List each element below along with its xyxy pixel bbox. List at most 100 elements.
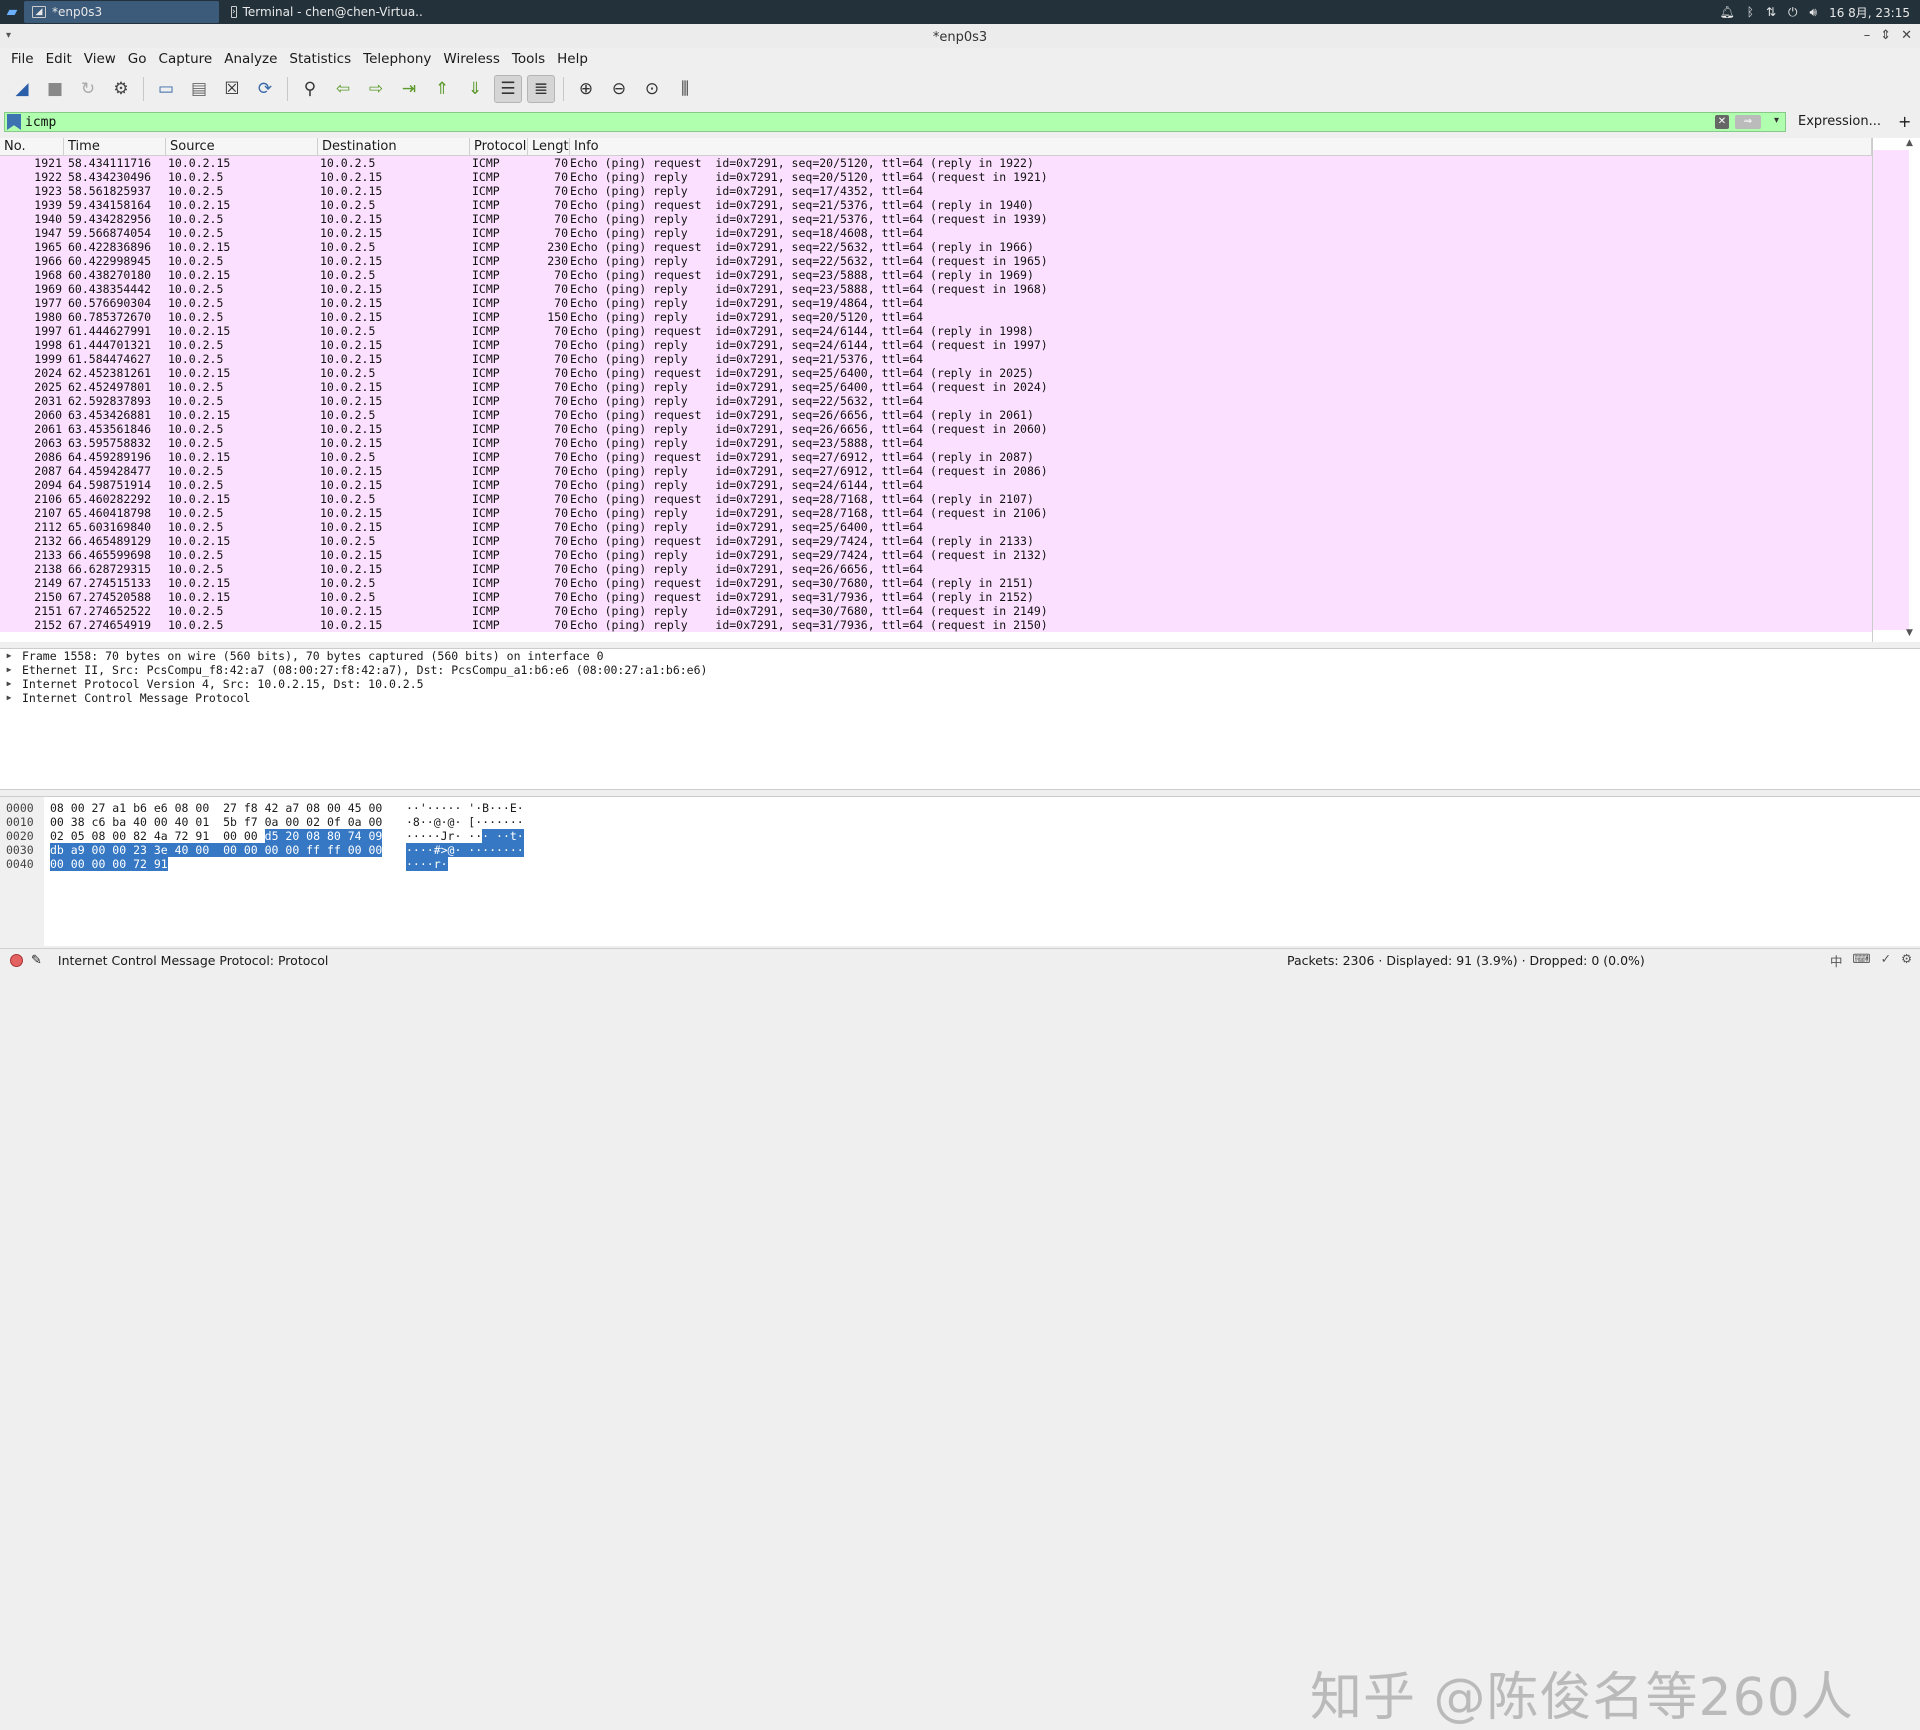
byte-ascii[interactable]: ·····Jr· ··· ··t·	[406, 829, 524, 843]
table-row[interactable]: 215267.27465491910.0.2.510.0.2.15ICMP70E…	[0, 618, 1872, 632]
restart-icon[interactable]: ↻	[74, 75, 102, 103]
expert-info-icon[interactable]	[10, 954, 23, 967]
go-forward-icon[interactable]: ⇨	[362, 75, 390, 103]
display-filter-input[interactable]	[25, 115, 1625, 130]
detail-row-icmp[interactable]: ▶Internet Control Message Protocol	[0, 691, 1920, 705]
app-menu-icon[interactable]: ▰	[0, 0, 24, 24]
task-terminal[interactable]: › Terminal - chen@chen-Virtua...	[223, 1, 423, 23]
close-window-button[interactable]: ✕	[1901, 28, 1912, 43]
notification-bell-icon[interactable]: 🔔︎	[1720, 5, 1735, 19]
ime-settings-icon[interactable]: ⚙	[1901, 951, 1912, 970]
capture-comment-icon[interactable]: ✎	[31, 953, 42, 968]
table-row[interactable]: 215167.27465252210.0.2.510.0.2.15ICMP70E…	[0, 604, 1872, 618]
shark-fin-start-icon[interactable]: ◢	[8, 75, 36, 103]
options-gear-icon[interactable]: ⚙	[107, 75, 135, 103]
table-row[interactable]: 213266.46548912910.0.2.1510.0.2.5ICMP70E…	[0, 534, 1872, 548]
open-folder-icon[interactable]: ▭	[152, 75, 180, 103]
resize-columns-icon[interactable]: ⫼	[671, 75, 699, 103]
byte-hex[interactable]: 00 38 c6 ba 40 00 40 01 5b f7 0a 00 02 0…	[50, 815, 382, 829]
detail-row-frame[interactable]: ▶Frame 1558: 70 bytes on wire (560 bits)…	[0, 649, 1920, 663]
byte-hex[interactable]: 02 05 08 00 82 4a 72 91 00 00 d5 20 08 8…	[50, 829, 382, 843]
reload-icon[interactable]: ⟳	[251, 75, 279, 103]
expand-arrow-icon[interactable]: ▶	[0, 677, 14, 691]
packet-minimap[interactable]	[1873, 150, 1909, 630]
byte-hex[interactable]: 00 00 00 00 72 91	[50, 857, 168, 871]
table-row[interactable]: 192258.43423049610.0.2.510.0.2.15ICMP70E…	[0, 170, 1872, 184]
table-row[interactable]: 196960.43835444210.0.2.510.0.2.15ICMP70E…	[0, 282, 1872, 296]
scroll-up-icon[interactable]: ▲	[1906, 138, 1913, 148]
byte-ascii[interactable]: ····r·	[406, 857, 448, 871]
table-row[interactable]: 211265.60316984010.0.2.510.0.2.15ICMP70E…	[0, 520, 1872, 534]
power-icon[interactable]: ⏻	[1788, 5, 1798, 20]
table-row[interactable]: 215067.27452058810.0.2.1510.0.2.5ICMP70E…	[0, 590, 1872, 604]
table-row[interactable]: 194759.56687405410.0.2.510.0.2.15ICMP70E…	[0, 226, 1872, 240]
menu-edit[interactable]: Edit	[40, 51, 78, 67]
menu-wireless[interactable]: Wireless	[437, 51, 506, 67]
expression-button[interactable]: Expression...	[1798, 114, 1881, 129]
table-row[interactable]: 199861.44470132110.0.2.510.0.2.15ICMP70E…	[0, 338, 1872, 352]
table-row[interactable]: 197760.57669030410.0.2.510.0.2.15ICMP70E…	[0, 296, 1872, 310]
clear-filter-icon[interactable]: ✕	[1715, 115, 1729, 129]
network-icon[interactable]: ⇅	[1766, 5, 1776, 19]
byte-hex[interactable]: db a9 00 00 23 3e 40 00 00 00 00 00 ff f…	[50, 843, 382, 857]
table-row[interactable]: 193959.43415816410.0.2.1510.0.2.5ICMP70E…	[0, 198, 1872, 212]
menu-capture[interactable]: Capture	[153, 51, 219, 67]
detail-row-ipv4[interactable]: ▶Internet Protocol Version 4, Src: 10.0.…	[0, 677, 1920, 691]
volume-icon[interactable]: 🔊︎	[1810, 5, 1818, 20]
go-back-icon[interactable]: ⇦	[329, 75, 357, 103]
byte-ascii[interactable]: ·8··@·@· [·······	[406, 815, 524, 829]
table-row[interactable]: 202562.45249780110.0.2.510.0.2.15ICMP70E…	[0, 380, 1872, 394]
table-row[interactable]: 196560.42283689610.0.2.1510.0.2.5ICMP230…	[0, 240, 1872, 254]
menu-view[interactable]: View	[78, 51, 122, 67]
table-row[interactable]: 213866.62872931510.0.2.510.0.2.15ICMP70E…	[0, 562, 1872, 576]
table-row[interactable]: 202462.45238126110.0.2.1510.0.2.5ICMP70E…	[0, 366, 1872, 380]
column-header-destination[interactable]: Destination	[318, 138, 470, 155]
table-row[interactable]: 208764.45942847710.0.2.510.0.2.15ICMP70E…	[0, 464, 1872, 478]
menu-telephony[interactable]: Telephony	[357, 51, 437, 67]
task-wireshark[interactable]: ◢ *enp0s3	[24, 1, 219, 23]
expand-arrow-icon[interactable]: ▶	[0, 663, 14, 677]
table-row[interactable]: 208664.45928919610.0.2.1510.0.2.5ICMP70E…	[0, 450, 1872, 464]
table-row[interactable]: 214967.27451513310.0.2.1510.0.2.5ICMP70E…	[0, 576, 1872, 590]
table-row[interactable]: 206363.59575883210.0.2.510.0.2.15ICMP70E…	[0, 436, 1872, 450]
table-row[interactable]: 213366.46559969810.0.2.510.0.2.15ICMP70E…	[0, 548, 1872, 562]
table-row[interactable]: 209464.59875191410.0.2.510.0.2.15ICMP70E…	[0, 478, 1872, 492]
ime-chinese-icon[interactable]: 中	[1830, 951, 1843, 970]
menu-tools[interactable]: Tools	[506, 51, 551, 67]
column-header-time[interactable]: Time	[64, 138, 166, 155]
bookmark-icon[interactable]	[7, 114, 21, 130]
menu-file[interactable]: File	[5, 51, 40, 67]
column-header-protocol[interactable]: Protocol	[470, 138, 528, 155]
ime-keyboard-icon[interactable]: ⌨	[1853, 951, 1871, 970]
column-header-source[interactable]: Source	[166, 138, 318, 155]
menu-go[interactable]: Go	[122, 51, 153, 67]
find-icon[interactable]: ⚲	[296, 75, 324, 103]
table-row[interactable]: 199961.58447462710.0.2.510.0.2.15ICMP70E…	[0, 352, 1872, 366]
ime-check-icon[interactable]: ✓	[1881, 951, 1891, 970]
column-header-length[interactable]: Length	[528, 138, 570, 155]
table-row[interactable]: 199761.44462799110.0.2.1510.0.2.5ICMP70E…	[0, 324, 1872, 338]
detail-row-ethernet[interactable]: ▶Ethernet II, Src: PcsCompu_f8:42:a7 (08…	[0, 663, 1920, 677]
first-packet-icon[interactable]: ⇑	[428, 75, 456, 103]
expand-arrow-icon[interactable]: ▶	[0, 649, 14, 663]
last-packet-icon[interactable]: ⇓	[461, 75, 489, 103]
autoscroll-icon[interactable]: ☰	[494, 75, 522, 103]
menu-statistics[interactable]: Statistics	[283, 51, 357, 67]
byte-hex[interactable]: 08 00 27 a1 b6 e6 08 00 27 f8 42 a7 08 0…	[50, 801, 382, 815]
table-row[interactable]: 203162.59283789310.0.2.510.0.2.15ICMP70E…	[0, 394, 1872, 408]
zoom-normal-icon[interactable]: ⊙	[638, 75, 666, 103]
zoom-out-icon[interactable]: ⊖	[605, 75, 633, 103]
maximize-button[interactable]: ⇕	[1880, 28, 1891, 43]
table-row[interactable]: 210665.46028229210.0.2.1510.0.2.5ICMP70E…	[0, 492, 1872, 506]
table-row[interactable]: 198060.78537267010.0.2.510.0.2.15ICMP150…	[0, 310, 1872, 324]
packet-list-scrollbar[interactable]: ▲ ▼	[1872, 138, 1920, 642]
save-icon[interactable]: ▤	[185, 75, 213, 103]
byte-ascii[interactable]: ··'····· '·B···E·	[406, 801, 524, 815]
add-filter-button[interactable]: +	[1898, 112, 1911, 131]
expand-arrow-icon[interactable]: ▶	[0, 691, 14, 705]
window-menu-icon[interactable]: ▾	[6, 30, 11, 41]
colorize-icon[interactable]: ≣	[527, 75, 555, 103]
scroll-down-icon[interactable]: ▼	[1906, 628, 1913, 638]
table-row[interactable]: 210765.46041879810.0.2.510.0.2.15ICMP70E…	[0, 506, 1872, 520]
filter-history-dropdown-icon[interactable]: ▾	[1774, 115, 1779, 126]
